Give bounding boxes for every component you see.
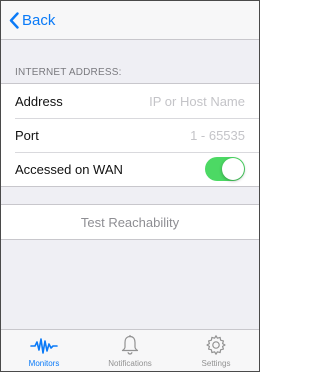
port-label: Port (15, 127, 39, 143)
address-label: Address (15, 93, 63, 109)
wan-row: Accessed on WAN (1, 152, 259, 186)
test-reachability-button[interactable]: Test Reachability (1, 204, 259, 240)
navigation-bar: Back (1, 1, 259, 40)
tab-notifications[interactable]: Notifications (87, 330, 173, 371)
bell-icon (121, 335, 139, 355)
waveform-icon (30, 338, 58, 354)
chevron-left-icon (9, 12, 19, 29)
back-label: Back (22, 12, 56, 29)
tab-monitors-label: Monitors (28, 359, 60, 368)
test-reachability-label: Test Reachability (80, 214, 180, 230)
app-screen: Back INTERNET ADDRESS: Address Port Acce… (0, 0, 260, 372)
address-row: Address (1, 84, 259, 118)
toggle-knob (222, 158, 244, 180)
wan-label: Accessed on WAN (15, 161, 123, 177)
back-button[interactable]: Back (9, 1, 55, 40)
tab-bar: Monitors Notifications Settings (1, 329, 259, 371)
tab-notifications-label: Notifications (108, 359, 152, 368)
section-header: INTERNET ADDRESS: (15, 67, 122, 78)
tab-monitors[interactable]: Monitors (1, 330, 87, 371)
gear-icon (206, 335, 226, 355)
address-input[interactable] (72, 93, 245, 109)
wan-toggle[interactable] (205, 157, 245, 181)
tab-settings[interactable]: Settings (173, 330, 259, 371)
port-input[interactable] (48, 127, 245, 143)
port-row: Port (1, 118, 259, 152)
address-form-group: Address Port Accessed on WAN (1, 83, 259, 187)
tab-settings-label: Settings (201, 359, 231, 368)
